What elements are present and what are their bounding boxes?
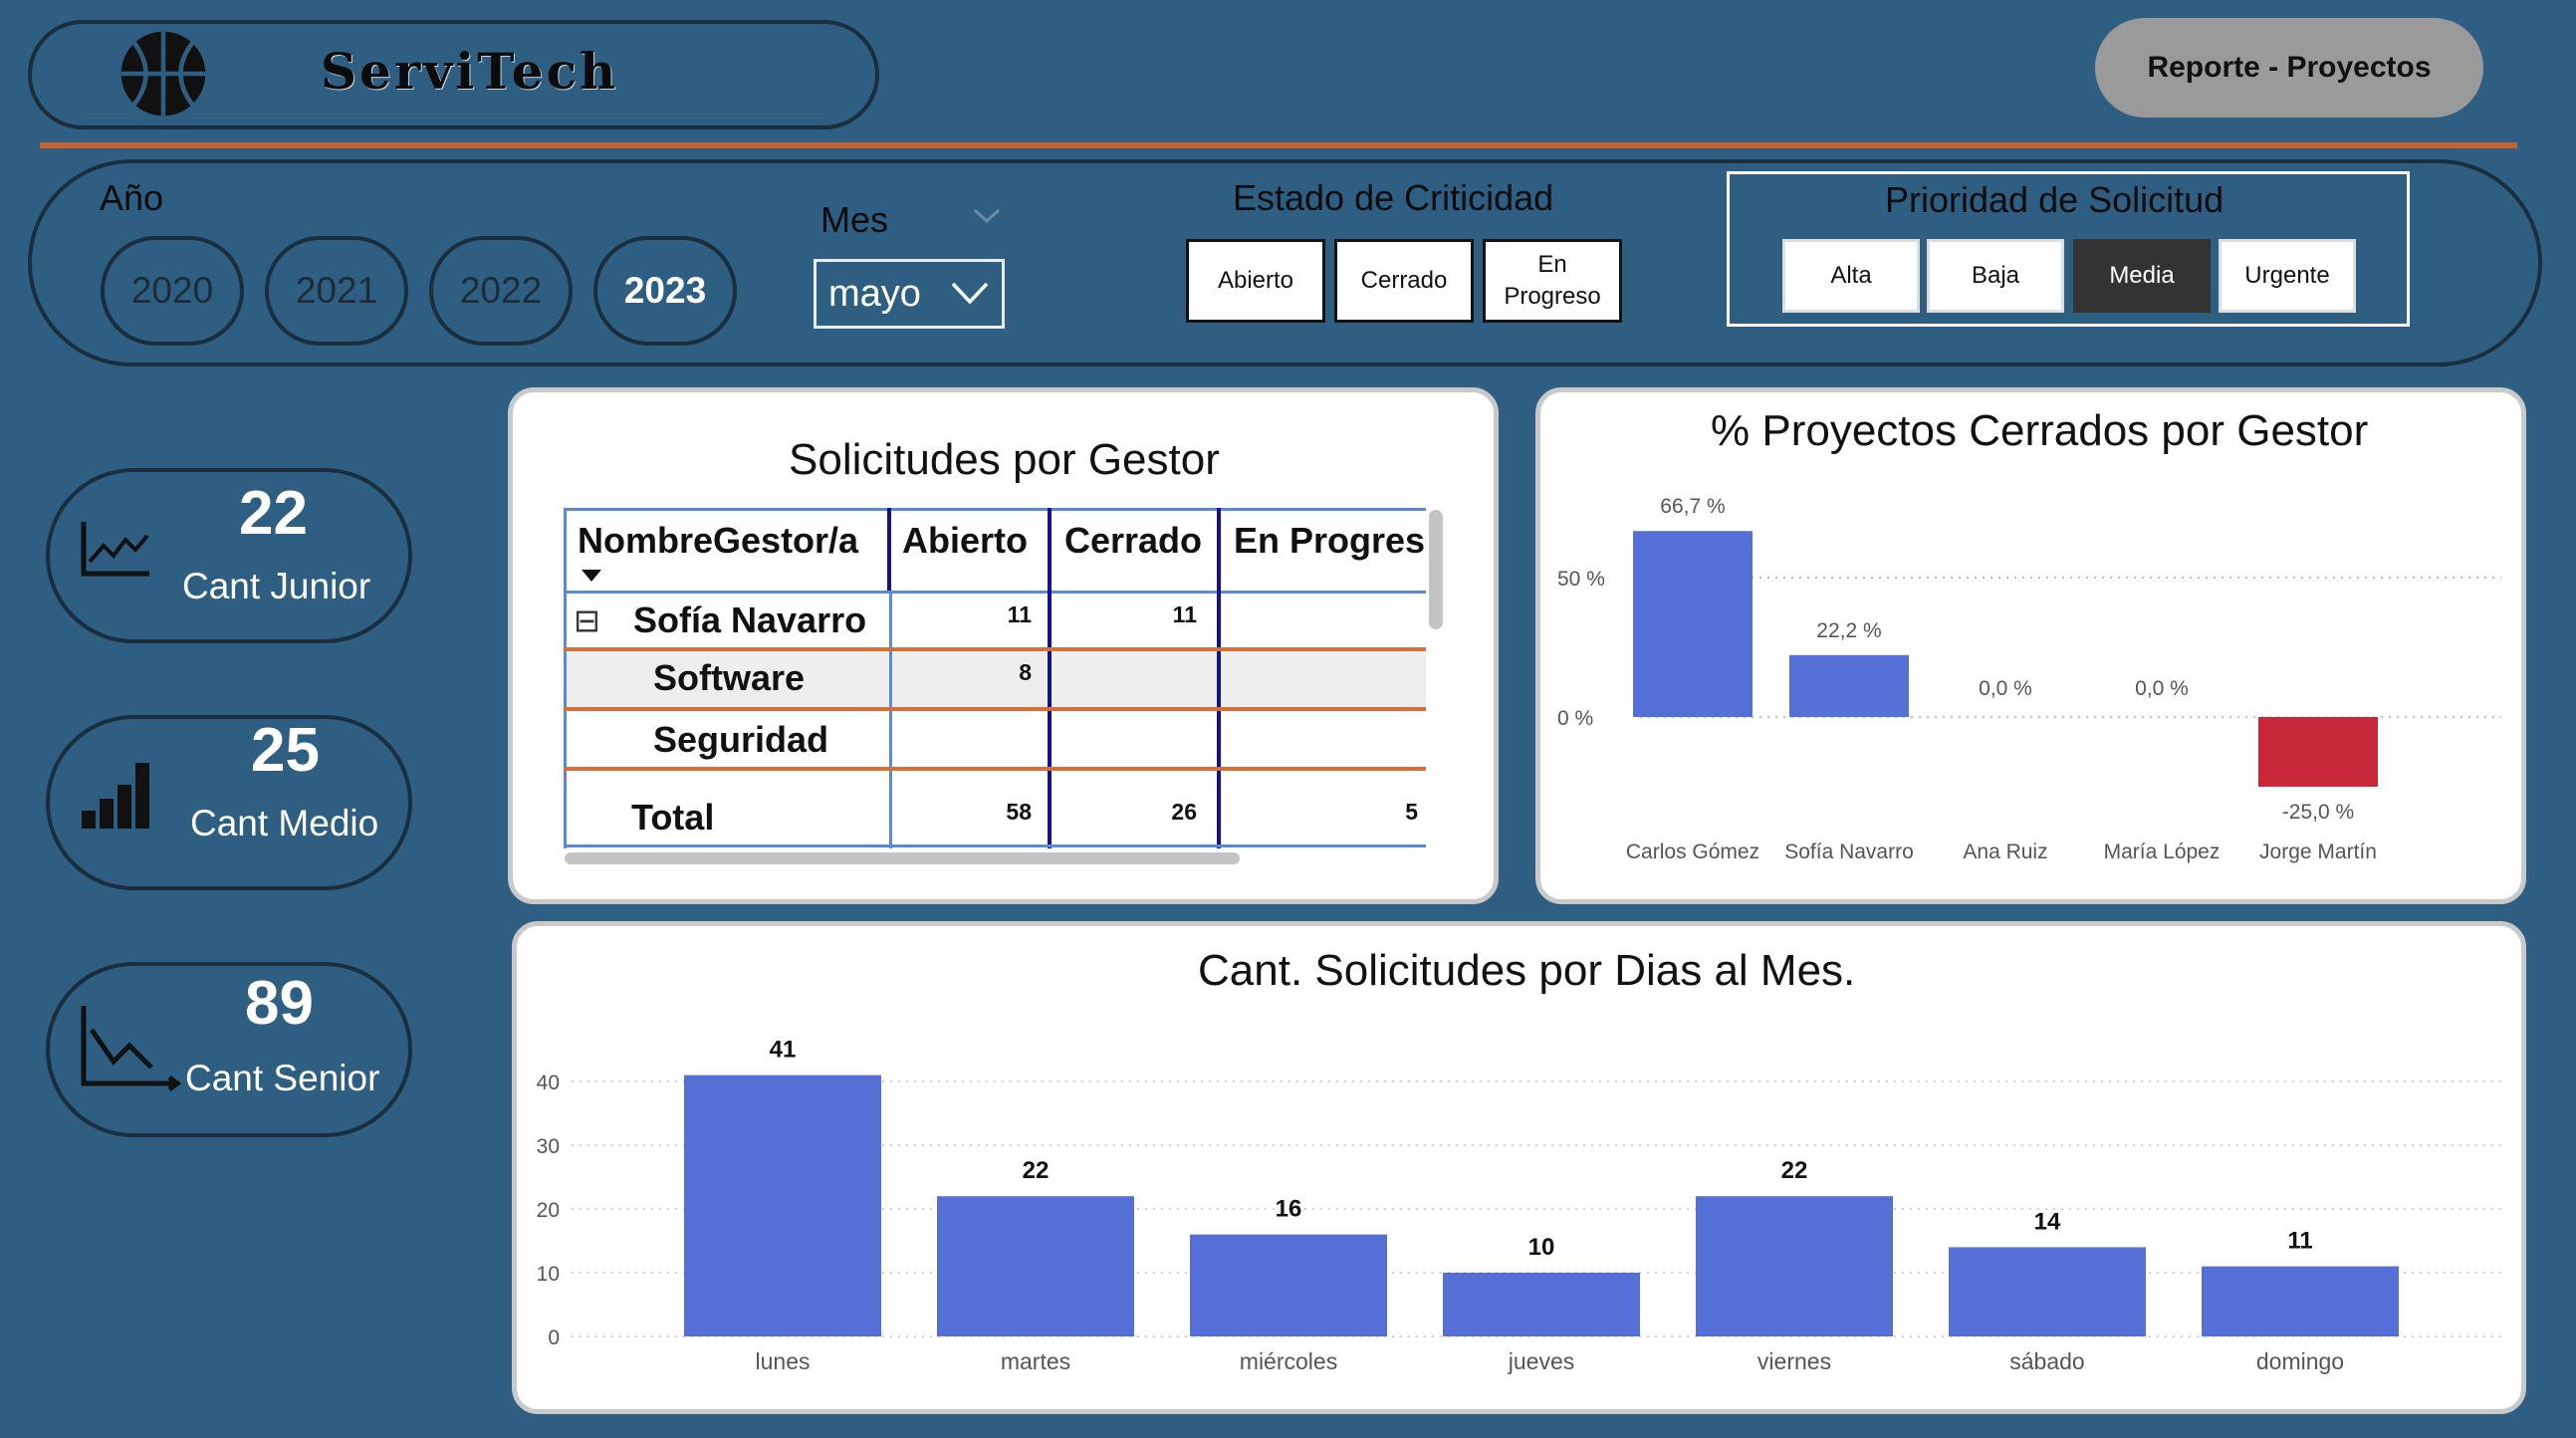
month-filter-label: Mes (820, 199, 889, 240)
report-projects-button[interactable]: Reporte - Proyectos (2095, 18, 2483, 118)
year-filter-label: Año (100, 177, 164, 218)
bar (1789, 654, 1909, 717)
kpi-junior-label: Cant Junior (182, 566, 371, 606)
criticality-button-abierto[interactable]: Abierto (1186, 239, 1325, 323)
matrix-total-cell: 26 (1171, 799, 1197, 825)
x-tick-label: martes (1001, 1348, 1070, 1374)
closed-projects-chart: 0 % 50 % 66,7 % Carlos Gómez 22,2 % Sofía Nav… (1557, 495, 2501, 863)
data-label: 22 (1023, 1157, 1050, 1184)
x-tick-label: jueves (1508, 1348, 1574, 1374)
bar (2258, 717, 2378, 787)
bar (684, 1075, 881, 1336)
bar (1696, 1196, 1893, 1336)
header-divider (40, 142, 2517, 148)
x-tick-label: miércoles (1240, 1348, 1337, 1374)
bar (1443, 1273, 1640, 1336)
brand-name: ServiTech (321, 42, 619, 101)
criticality-filter-label: Estado de Criticidad (1233, 177, 1554, 218)
chevron-down-icon (951, 282, 989, 305)
x-tick-label: viernes (1757, 1348, 1831, 1374)
matrix-header-cerrado[interactable]: Cerrado (1064, 520, 1202, 562)
data-label: 0,0 % (2135, 677, 2189, 700)
y-tick-label: 50 % (1557, 568, 1605, 591)
bar (1949, 1247, 2146, 1336)
y-tick-label: 0 % (1557, 707, 1593, 730)
matrix-row-label: Seguridad (653, 719, 829, 760)
bar (2202, 1266, 2399, 1336)
chevron-down-icon[interactable] (972, 207, 1002, 225)
bar (1190, 1234, 1387, 1336)
x-tick-label: sábado (2009, 1348, 2084, 1374)
matrix-header-gestor[interactable]: NombreGestor/a (578, 520, 858, 562)
criticality-button-en-progreso[interactable]: En Progreso (1483, 239, 1622, 323)
matrix-horizontal-scrollbar[interactable] (565, 852, 1240, 864)
y-tick-label: 40 (537, 1072, 560, 1094)
line-trend-icon (81, 522, 149, 577)
data-label: 22,2 % (1816, 619, 1881, 642)
year-button-2023[interactable]: 2023 (593, 236, 737, 346)
data-label: 0,0 % (1979, 677, 2032, 700)
x-tick-label: Carlos Gómez (1626, 840, 1759, 863)
matrix-total-cell: 58 (1006, 799, 1032, 825)
data-label: 22 (1781, 1157, 1808, 1184)
year-button-2020[interactable]: 2020 (101, 236, 244, 346)
sort-desc-icon[interactable] (580, 568, 603, 584)
x-tick-label: Jorge Martín (2259, 840, 2377, 863)
data-label: -25,0 % (2282, 801, 2354, 824)
priority-button-baja[interactable]: Baja (1927, 239, 2064, 313)
decline-chart-icon (81, 1006, 181, 1091)
bar (1633, 531, 1753, 717)
data-label: 11 (2287, 1228, 2312, 1255)
data-label: 66,7 % (1660, 495, 1725, 518)
priority-button-alta[interactable]: Alta (1782, 239, 1920, 313)
matrix-cell: 11 (1007, 601, 1032, 627)
matrix-row-label: Software (653, 657, 806, 698)
basketball-icon (120, 31, 206, 117)
matrix-cell: 11 (1172, 601, 1197, 627)
x-tick-label: Ana Ruiz (1963, 840, 2047, 863)
x-tick-label: María López (2104, 840, 2221, 863)
matrix-header-en-progreso[interactable]: En Progreso (1234, 520, 1426, 562)
bar (937, 1196, 1134, 1336)
month-select-value: mayo (828, 272, 921, 315)
x-tick-label: domingo (2256, 1348, 2344, 1374)
matrix-cell: 8 (1019, 659, 1032, 685)
kpi-senior-label: Cant Senior (185, 1058, 380, 1098)
matrix-header-abierto[interactable]: Abierto (902, 520, 1028, 562)
priority-filter-label: Prioridad de Solicitud (1885, 179, 2225, 220)
kpi-medio-value: 25 (251, 716, 320, 785)
year-button-2022[interactable]: 2022 (429, 236, 573, 346)
matrix-vertical-scrollbar[interactable] (1429, 510, 1443, 629)
closed-projects-title: % Proyectos Cerrados por Gestor (1711, 406, 2369, 455)
matrix-title: Solicitudes por Gestor (789, 435, 1220, 484)
matrix-row-label: Sofía Navarro (633, 599, 867, 640)
criticality-button-cerrado[interactable]: Cerrado (1334, 239, 1474, 323)
kpi-medio-label: Cant Medio (190, 803, 379, 843)
kpi-junior-value: 22 (239, 479, 308, 548)
expand-collapse-icon[interactable]: ⊟ (574, 601, 600, 639)
data-label: 41 (770, 1037, 797, 1064)
requests-matrix[interactable]: NombreGestor/a Abierto Cerrado En Progre… (564, 508, 1426, 848)
days-chart: 0 10 20 30 40 41 lunes 22 martes 16 miércoles 10 jue… (537, 1037, 2503, 1374)
month-select[interactable]: mayo (814, 259, 1005, 329)
x-tick-label: lunes (756, 1348, 811, 1374)
matrix-total-cell: 5 (1405, 799, 1418, 825)
x-tick-label: Sofía Navarro (1784, 840, 1914, 863)
days-chart-title: Cant. Solicitudes por Dias al Mes. (1198, 946, 1856, 995)
y-tick-label: 30 (537, 1135, 560, 1158)
matrix-total-label: Total (631, 797, 715, 838)
data-label: 10 (1528, 1234, 1555, 1261)
y-tick-label: 10 (537, 1263, 560, 1286)
year-button-2021[interactable]: 2021 (265, 236, 408, 346)
bar-signal-icon (82, 763, 149, 829)
y-tick-label: 20 (537, 1199, 560, 1222)
data-label: 14 (2034, 1208, 2061, 1235)
data-label: 16 (1276, 1196, 1302, 1223)
kpi-senior-value: 89 (245, 969, 314, 1038)
priority-button-media[interactable]: Media (2073, 239, 2211, 313)
priority-button-urgente[interactable]: Urgente (2219, 239, 2356, 313)
y-tick-label: 0 (548, 1326, 560, 1349)
